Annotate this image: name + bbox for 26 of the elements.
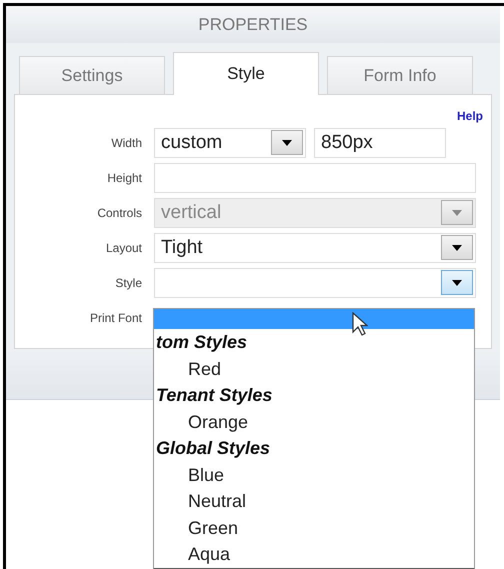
select-field[interactable]: Tight <box>154 232 476 262</box>
option-group-header: Global Styles <box>155 437 272 460</box>
dropdown-option[interactable]: Blue <box>154 462 474 488</box>
panel-title: PROPERTIES <box>198 14 308 34</box>
help-link[interactable]: Help <box>456 101 483 125</box>
field-label: Style <box>114 276 142 290</box>
dropdown-option[interactable]: Aqua <box>154 541 474 568</box>
text-input[interactable] <box>154 162 476 192</box>
mouse-cursor-icon <box>352 312 368 336</box>
tab[interactable]: Settings <box>19 56 165 94</box>
select-field[interactable] <box>154 268 476 298</box>
field-label: Layout <box>104 240 142 254</box>
option-group-header: tom Styles <box>155 331 248 354</box>
field-label: Print Font <box>88 310 142 324</box>
tab[interactable]: Form Info <box>327 56 473 94</box>
dropdown-option[interactable]: Green <box>154 514 474 541</box>
tab[interactable]: Style <box>173 52 319 95</box>
dropdown-option[interactable]: Orange <box>154 408 474 435</box>
option-group-header: Tenant Styles <box>155 384 274 407</box>
field-label: Width <box>110 136 142 150</box>
dropdown-option[interactable]: Neutral <box>154 488 474 514</box>
field-label: Controls <box>96 206 142 220</box>
field-label: Height <box>106 170 142 184</box>
width-input[interactable]: 850px <box>314 128 446 158</box>
dropdown-option[interactable]: Red <box>154 356 474 382</box>
width-select[interactable]: custom <box>154 128 306 158</box>
